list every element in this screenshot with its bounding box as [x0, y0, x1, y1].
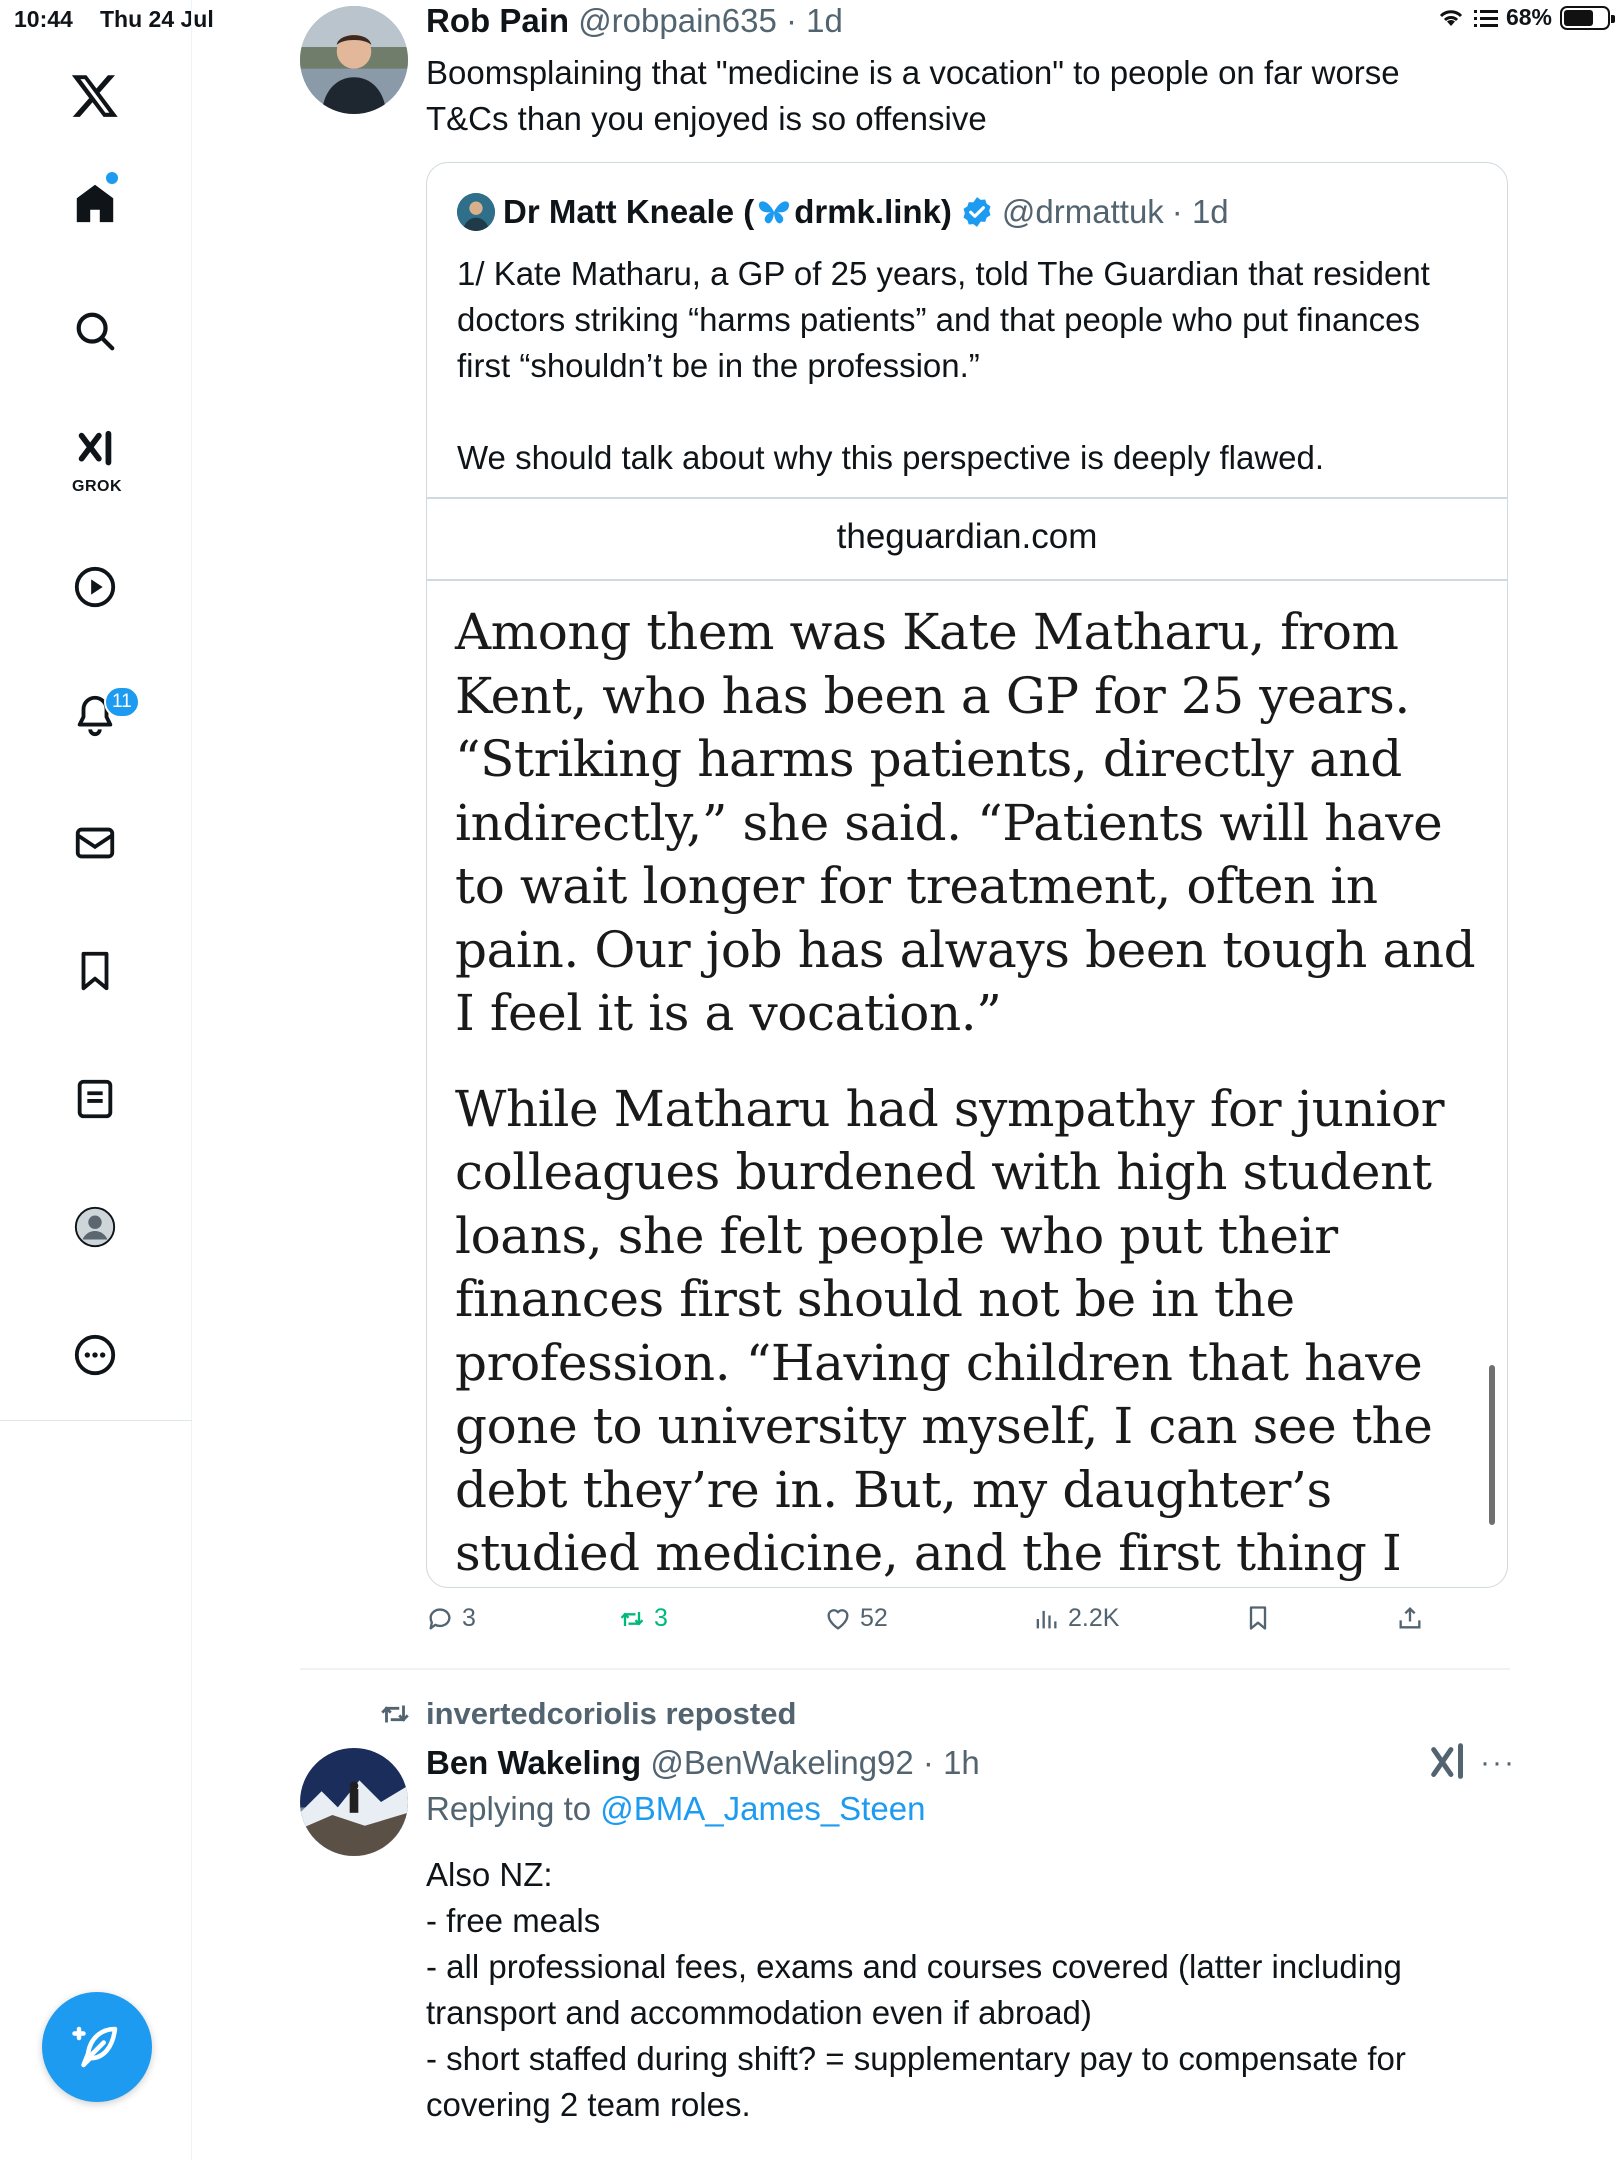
tweet1-author-handle[interactable]: @robpain635: [578, 2, 777, 39]
timeline: Rob Pain @robpain635 · 1d Boomsplaining …: [192, 0, 1620, 2160]
sidebar: GROK 11: [0, 0, 192, 2160]
compose-icon: [72, 2026, 118, 2068]
grok-label: GROK: [72, 478, 122, 495]
list-icon: [77, 1079, 113, 1119]
sidebar-divider: [0, 1420, 192, 1421]
tweet2-header: Ben Wakeling @BenWakeling92 · 1h: [426, 1744, 980, 1782]
tweet2-line: - free meals: [426, 1902, 601, 1939]
quote-author-handle[interactable]: @drmattuk: [1002, 193, 1164, 231]
tweet2-author-handle[interactable]: @BenWakeling92: [650, 1744, 913, 1781]
bookmark-icon: [81, 951, 109, 991]
tweet1-author-name[interactable]: Rob Pain: [426, 2, 569, 39]
butterfly-icon: [759, 201, 790, 224]
tweet1-text-line-1: Boomsplaining that "medicine is a vocati…: [426, 54, 1400, 91]
share-icon: [1399, 1607, 1421, 1629]
home-notification-dot: [106, 172, 118, 184]
mail-icon: [75, 827, 115, 859]
replying-to-mention[interactable]: @BMA_James_Steen: [600, 1790, 925, 1827]
quote-avatar[interactable]: [457, 193, 495, 231]
share-button[interactable]: [1396, 1604, 1424, 1632]
repost-button[interactable]: 3: [618, 1604, 668, 1633]
like-button[interactable]: 52: [824, 1604, 888, 1633]
reposted-by-label: invertedcoriolis reposted: [426, 1696, 797, 1731]
tweet2-line: - all professional fees, exams and cours…: [426, 1948, 1402, 1985]
heart-icon: [827, 1608, 849, 1629]
tweet2-author-name[interactable]: Ben Wakeling: [426, 1744, 641, 1781]
tweet2-text: Also NZ: - free meals - all professional…: [426, 1852, 1516, 2128]
repost-context[interactable]: invertedcoriolis reposted: [378, 1696, 796, 1732]
quote-paragraph-1: 1/ Kate Matharu, a GP of 25 years, told …: [457, 255, 1430, 384]
quoted-tweet[interactable]: Dr Matt Kneale ( drmk.link) @drmattuk · 1…: [426, 162, 1508, 1588]
quote-author-name[interactable]: Dr Matt Kneale (: [503, 193, 754, 231]
tweet-divider: [300, 1668, 1510, 1670]
repost-icon: [381, 1705, 409, 1723]
search-icon: [76, 312, 115, 351]
tweet2-more-button[interactable]: ···: [1480, 1746, 1516, 1780]
article-screenshot-image[interactable]: Among them was Kate Matharu, from Kent, …: [455, 601, 1495, 1587]
grok-icon: [78, 430, 112, 466]
nav-more[interactable]: [62, 1322, 128, 1388]
tweet2-line: - short staffed during shift? = suppleme…: [426, 2040, 1406, 2077]
article-paragraph-2: While Matharu had sympathy for junior co…: [455, 1079, 1445, 1583]
play-icon: [74, 566, 116, 608]
tweet2-line: Also NZ:: [426, 1856, 553, 1893]
quote-paragraph-2: We should talk about why this perspectiv…: [457, 439, 1325, 476]
grok-icon[interactable]: [1426, 1740, 1472, 1786]
reply-button[interactable]: 3: [426, 1604, 476, 1633]
bookmark-button[interactable]: [1244, 1604, 1272, 1632]
views-count: 2.2K: [1068, 1604, 1120, 1632]
nav-bookmarks[interactable]: [62, 938, 128, 1004]
nav-search[interactable]: [62, 298, 128, 364]
tweet1-text-line-2: T&Cs than you enjoyed is so offensive: [426, 100, 987, 137]
nav-grok[interactable]: [62, 418, 128, 484]
avatar-ben-wakeling[interactable]: [300, 1748, 408, 1856]
bookmark-icon: [1249, 1606, 1267, 1630]
compose-button[interactable]: [42, 1992, 152, 2102]
notifications-badge: 11: [104, 686, 140, 718]
profile-icon: [74, 1206, 116, 1248]
quote-time[interactable]: · 1d: [1172, 193, 1229, 231]
link-card-domain[interactable]: theguardian.com: [427, 517, 1507, 557]
quote-author-link[interactable]: drmk.link): [794, 193, 952, 231]
tweet1-header: Rob Pain @robpain635 · 1d: [426, 2, 843, 40]
x-logo-icon[interactable]: [62, 62, 128, 128]
nav-messages[interactable]: [62, 810, 128, 876]
tweet2-line: covering 2 team roles.: [426, 2086, 751, 2123]
views-icon: [1036, 1610, 1057, 1628]
quote-text: 1/ Kate Matharu, a GP of 25 years, told …: [457, 251, 1477, 527]
more-icon: [74, 1334, 116, 1376]
avatar-rob-pain[interactable]: [300, 6, 408, 114]
nav-videos[interactable]: [62, 554, 128, 620]
repost-icon: [620, 1611, 644, 1626]
like-count: 52: [860, 1604, 888, 1632]
views-button[interactable]: 2.2K: [1032, 1604, 1119, 1633]
replying-prefix: Replying to: [426, 1790, 601, 1827]
tweet2-line: transport and accommodation even if abro…: [426, 1994, 1092, 2031]
scrollbar[interactable]: [1489, 1365, 1495, 1525]
repost-count: 3: [654, 1604, 668, 1632]
nav-profile[interactable]: [62, 1194, 128, 1260]
reply-count: 3: [462, 1604, 476, 1632]
quote-separator: [427, 497, 1507, 499]
nav-home[interactable]: [62, 170, 128, 236]
link-card-separator: [427, 579, 1507, 581]
verified-badge-icon: [963, 197, 991, 227]
reply-icon: [429, 1607, 451, 1629]
tweet1-text: Boomsplaining that "medicine is a vocati…: [426, 50, 1516, 142]
nav-lists[interactable]: [62, 1066, 128, 1132]
article-paragraph-1: Among them was Kate Matharu, from Kent, …: [455, 603, 1476, 1042]
tweet2-time[interactable]: · 1h: [923, 1744, 980, 1781]
tweet1-actions: 3 3 52 2.2K: [426, 1604, 1526, 1644]
replying-to: Replying to @BMA_James_Steen: [426, 1790, 925, 1828]
tweet1-time[interactable]: · 1d: [786, 2, 843, 39]
home-icon: [76, 184, 114, 223]
quote-header: Dr Matt Kneale ( drmk.link) @drmattuk · 1…: [457, 193, 1229, 231]
